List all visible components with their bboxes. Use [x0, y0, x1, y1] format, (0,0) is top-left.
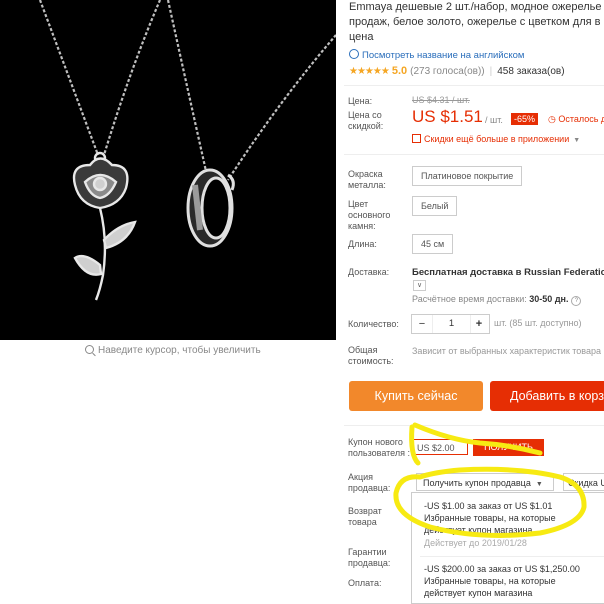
time-left: ◷ Осталось дне — [548, 114, 604, 125]
title-line: продаж, белое золото, ожерелье с цветком… — [349, 16, 601, 28]
divider — [420, 556, 604, 557]
discount-price: US $1.51 — [412, 107, 483, 126]
quantity-input[interactable]: 1 — [432, 315, 471, 333]
stone-color-label: Цвет основного камня: — [348, 199, 391, 231]
product-image[interactable] — [0, 0, 336, 340]
zoom-hint: Наведите курсор, чтобы увеличить — [85, 345, 261, 356]
product-title: Emmaya дешевые 2 шт./набор, модное ожере… — [349, 0, 604, 45]
discount-price-label: Цена со скидкой: — [348, 110, 384, 131]
quantity-label: Количество: — [348, 319, 399, 329]
translate-title-link[interactable]: Посмотреть название на английском — [349, 49, 524, 61]
rating-row: ★★★★★ 5.0 (273 голоса(ов)) | 458 заказа(ов) — [349, 65, 565, 77]
time-left-text: Осталось дне — [558, 114, 604, 124]
translate-link-text: Посмотреть название на английском — [362, 50, 525, 61]
price-label: Цена: — [348, 96, 373, 106]
metal-color-label: Окраска металла: — [348, 169, 386, 190]
highlight-annotation — [393, 422, 587, 538]
divider — [344, 85, 604, 86]
app-discount-text: Скидки ещё больше в приложении — [424, 134, 570, 144]
shipping-text: Бесплатная доставка в Russian Federation — [412, 267, 604, 278]
globe-icon — [349, 49, 359, 59]
question-icon[interactable]: ? — [571, 296, 582, 306]
necklace-illustration — [38, 0, 336, 301]
shipping-dropdown[interactable]: ∨ — [413, 280, 426, 291]
length-option[interactable]: 45 см — [412, 234, 454, 254]
divider: | — [489, 66, 493, 77]
chevron-down-icon: ∨ — [416, 282, 423, 289]
discount-badge: -65% — [511, 113, 539, 125]
original-price: US $4.31 / шт. — [412, 95, 470, 105]
magnifier-icon — [85, 345, 94, 354]
total-text: Зависит от выбранных характеристик товар… — [412, 346, 601, 356]
rating-score: 5.0 — [391, 65, 408, 77]
delivery-time: Расчётное время доставки: 30-50 дн.? — [412, 294, 582, 306]
add-to-cart-button[interactable]: Добавить в корз — [490, 381, 604, 411]
clock-icon: ◷ — [548, 114, 559, 124]
price-unit: / шт. — [485, 115, 503, 125]
zoom-hint-text: Наведите курсор, чтобы увеличить — [98, 345, 261, 356]
quantity-decrease-button[interactable]: − — [412, 315, 432, 333]
chevron-down-icon: ▼ — [573, 137, 581, 144]
coupon-item[interactable]: -US $200.00 за заказ от US $1,250.00 Изб… — [424, 563, 604, 599]
quantity-stepper: − 1 + — [411, 314, 490, 334]
payment-label: Оплата: — [348, 578, 382, 588]
delivery-time-value: 30-50 дн. — [529, 294, 569, 304]
delivery-time-label: Расчётное время доставки: — [412, 294, 530, 304]
orders-count: 458 заказа(ов) — [497, 66, 565, 77]
length-label: Длина: — [348, 239, 377, 249]
shipping-label: Доставка: — [348, 267, 390, 277]
qr-code-icon — [412, 134, 421, 143]
coupon-desc: действует купон магазина — [424, 588, 533, 598]
stone-color-option[interactable]: Белый — [412, 196, 458, 216]
title-line: цена — [349, 31, 374, 43]
title-line: Emmaya дешевые 2 шт./набор, модное ожере… — [349, 1, 602, 13]
app-discount-link[interactable]: Скидки ещё больше в приложении ▼ — [412, 134, 580, 144]
rating-votes[interactable]: (273 голоса(ов)) — [410, 66, 485, 77]
quantity-increase-button[interactable]: + — [469, 315, 489, 333]
metal-color-option[interactable]: Платиновое покрытие — [412, 166, 523, 186]
rating-stars[interactable]: ★★★★★ — [349, 66, 390, 77]
buy-now-button[interactable]: Купить сейчас — [349, 381, 483, 411]
total-label: Общая стоимость: — [348, 345, 394, 366]
coupon-amount: -US $200.00 за заказ от US $1,250.00 — [424, 564, 580, 574]
divider — [344, 154, 604, 155]
quantity-available: шт. (85 шт. доступно) — [494, 318, 582, 328]
coupon-desc: Избранные товары, на которые — [424, 576, 556, 586]
